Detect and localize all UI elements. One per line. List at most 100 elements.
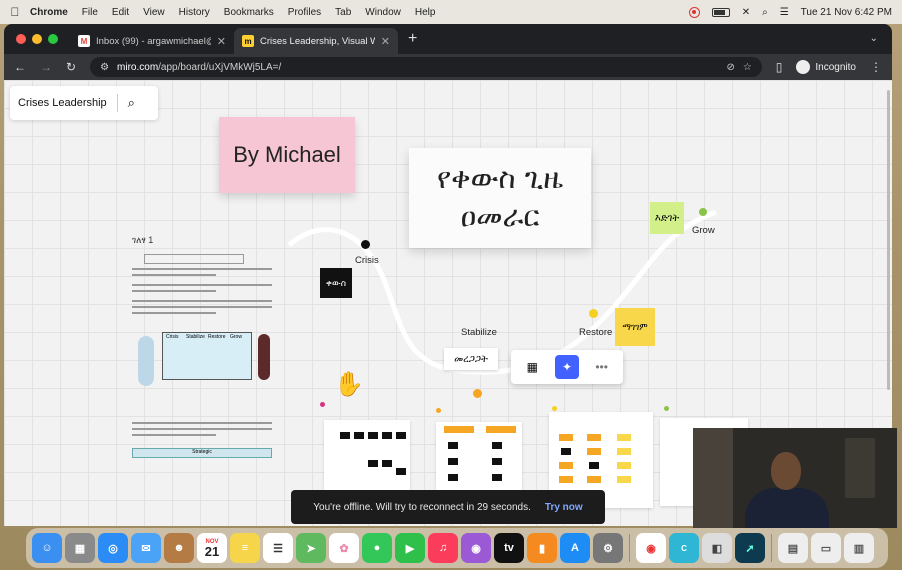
menu-help[interactable]: Help — [415, 7, 436, 18]
window-controls — [4, 34, 70, 54]
doc-text-line — [132, 312, 216, 314]
bookmark-star-icon[interactable]: ☆ — [743, 62, 752, 73]
photos-icon[interactable]: ✿ — [329, 533, 359, 563]
board-title-card[interactable]: የቀውስ ጊዜ ዐመራር — [409, 148, 591, 248]
zoom-window-button[interactable] — [48, 34, 58, 44]
selection-context-toolbar: ▦ ✦ ••• — [511, 350, 623, 384]
document-frame[interactable]: ገለፃ 1 Crisis Stabilize Restore Grow Stra… — [132, 230, 272, 520]
music-icon[interactable]: ♫ — [428, 533, 458, 563]
downloads-stack-icon[interactable]: ▭ — [811, 533, 841, 563]
doc-strategic-box: Strategic — [132, 448, 272, 458]
battery-icon[interactable] — [711, 7, 730, 17]
reload-icon[interactable]: ↻ — [66, 60, 76, 74]
frame-template-icon[interactable]: ▦ — [520, 355, 544, 379]
side-panel-icon[interactable]: ▯ — [776, 60, 783, 74]
finder-icon[interactable]: ☺ — [32, 533, 62, 563]
app-store-icon[interactable]: A — [560, 533, 590, 563]
fig-label: Crisis — [166, 334, 179, 340]
canva-icon[interactable]: C — [669, 533, 699, 563]
close-tab-icon[interactable]: ✕ — [381, 35, 390, 48]
title-line-2: ዐመራር — [460, 199, 540, 233]
forward-arrow-icon[interactable]: → — [40, 60, 52, 74]
podcasts-icon[interactable]: ◉ — [461, 533, 491, 563]
preview-icon[interactable]: ◧ — [702, 533, 732, 563]
doc-text-line — [132, 268, 272, 270]
screen-recording-icon[interactable] — [688, 6, 700, 18]
menu-bookmarks[interactable]: Bookmarks — [224, 7, 274, 18]
chrome-icon[interactable]: ◉ — [636, 533, 666, 563]
tab-miro-board[interactable]: m Crises Leadership, Visual Wor ✕ — [234, 28, 398, 54]
stage-dot-restore[interactable] — [589, 309, 598, 318]
offline-toast: You're offline. Will try to reconnect in… — [291, 490, 605, 524]
stage-dot-grow[interactable] — [699, 208, 707, 216]
menu-tab[interactable]: Tab — [335, 7, 351, 18]
menubar-clock[interactable]: Tue 21 Nov 6:42 PM — [801, 7, 892, 18]
restore-sticky-note[interactable]: ማገገም — [615, 308, 655, 346]
apple-menu-icon[interactable]:  — [0, 5, 30, 19]
tab-search-chevron-icon[interactable]: ⌄ — [856, 33, 892, 54]
document-stack-icon[interactable]: ▤ — [778, 533, 808, 563]
trash-icon[interactable]: ▥ — [844, 533, 874, 563]
eye-off-icon[interactable]: ⊘ — [726, 62, 734, 73]
tab-gmail-inbox[interactable]: M Inbox (99) - argawmichael@gm ✕ — [70, 28, 234, 54]
author-sticky-note[interactable]: By Michael — [219, 117, 355, 193]
grow-sticky-note[interactable]: እድገት — [650, 202, 684, 234]
miro-icon: m — [242, 35, 254, 47]
system-settings-icon[interactable]: ⚙ — [593, 533, 623, 563]
macos-menubar:  Chrome File Edit View History Bookmark… — [0, 0, 902, 24]
menu-history[interactable]: History — [179, 7, 210, 18]
calendar-icon[interactable]: NOV 21 — [197, 533, 227, 563]
board-scrollbar[interactable] — [887, 90, 890, 390]
presenter-head — [771, 452, 801, 490]
launchpad-icon[interactable]: ▦ — [65, 533, 95, 563]
facetime-icon[interactable]: ▶ — [395, 533, 425, 563]
menu-window[interactable]: Window — [365, 7, 401, 18]
safari-icon[interactable]: ◎ — [98, 533, 128, 563]
more-options-icon[interactable]: ••• — [590, 355, 614, 379]
stage-dot-crisis[interactable] — [361, 240, 370, 249]
close-tab-icon[interactable]: ✕ — [217, 35, 226, 48]
person-figure — [258, 334, 270, 380]
menu-file[interactable]: File — [82, 7, 98, 18]
maps-icon[interactable]: ➤ — [296, 533, 326, 563]
title-line-1: የቀውስ ጊዜ — [437, 161, 563, 196]
back-arrow-icon[interactable]: ← — [14, 60, 26, 74]
frame-marker-dot — [664, 406, 669, 411]
stabilize-word-card[interactable]: መረጋጋት — [444, 348, 498, 370]
stage-label-grow: Grow — [692, 225, 715, 236]
menu-profiles[interactable]: Profiles — [288, 7, 321, 18]
menu-edit[interactable]: Edit — [112, 7, 129, 18]
doc-text-line — [132, 300, 272, 302]
reminders-icon[interactable]: ☰ — [263, 533, 293, 563]
close-window-button[interactable] — [16, 34, 26, 44]
cursor-app-icon[interactable]: ➚ — [735, 533, 765, 563]
person-figure — [138, 336, 154, 386]
try-now-button[interactable]: Try now — [545, 502, 583, 513]
new-tab-button[interactable]: + — [398, 30, 427, 54]
doc-heading: ገለፃ 1 — [132, 235, 154, 245]
books-icon[interactable]: ▮ — [527, 533, 557, 563]
frame-marker-dot — [320, 402, 325, 407]
doc-text-line — [132, 434, 216, 436]
site-info-icon[interactable]: ⚙ — [100, 62, 109, 73]
gmail-icon: M — [78, 35, 90, 47]
spotlight-search-icon[interactable]: ⌕ — [762, 7, 768, 18]
status-area: ✕ ⌕ ☰ Tue 21 Nov 6:42 PM — [688, 6, 902, 18]
stage-dot-stabilize[interactable] — [473, 389, 482, 398]
browser-menu-icon[interactable]: ⋮ — [870, 60, 882, 74]
ai-sparkle-icon[interactable]: ✦ — [554, 355, 579, 379]
minimize-window-button[interactable] — [32, 34, 42, 44]
notes-icon[interactable]: ≡ — [230, 533, 260, 563]
crisis-sticky-note[interactable]: ቀውስ — [320, 268, 352, 298]
presenter-body — [745, 488, 829, 528]
messages-icon[interactable]: ● — [362, 533, 392, 563]
mail-icon[interactable]: ✉ — [131, 533, 161, 563]
control-center-icon[interactable]: ☰ — [780, 7, 789, 18]
wifi-off-icon[interactable]: ✕ — [742, 7, 750, 18]
incognito-badge[interactable]: Incognito — [796, 60, 856, 74]
address-bar[interactable]: ⚙ miro.com/app/board/uXjVMkWj5LA=/ ⊘ ☆ — [90, 57, 762, 77]
apple-tv-icon[interactable]: tv — [494, 533, 524, 563]
menu-view[interactable]: View — [143, 7, 165, 18]
contacts-icon[interactable]: ☻ — [164, 533, 194, 563]
menu-app-chrome[interactable]: Chrome — [30, 7, 68, 18]
